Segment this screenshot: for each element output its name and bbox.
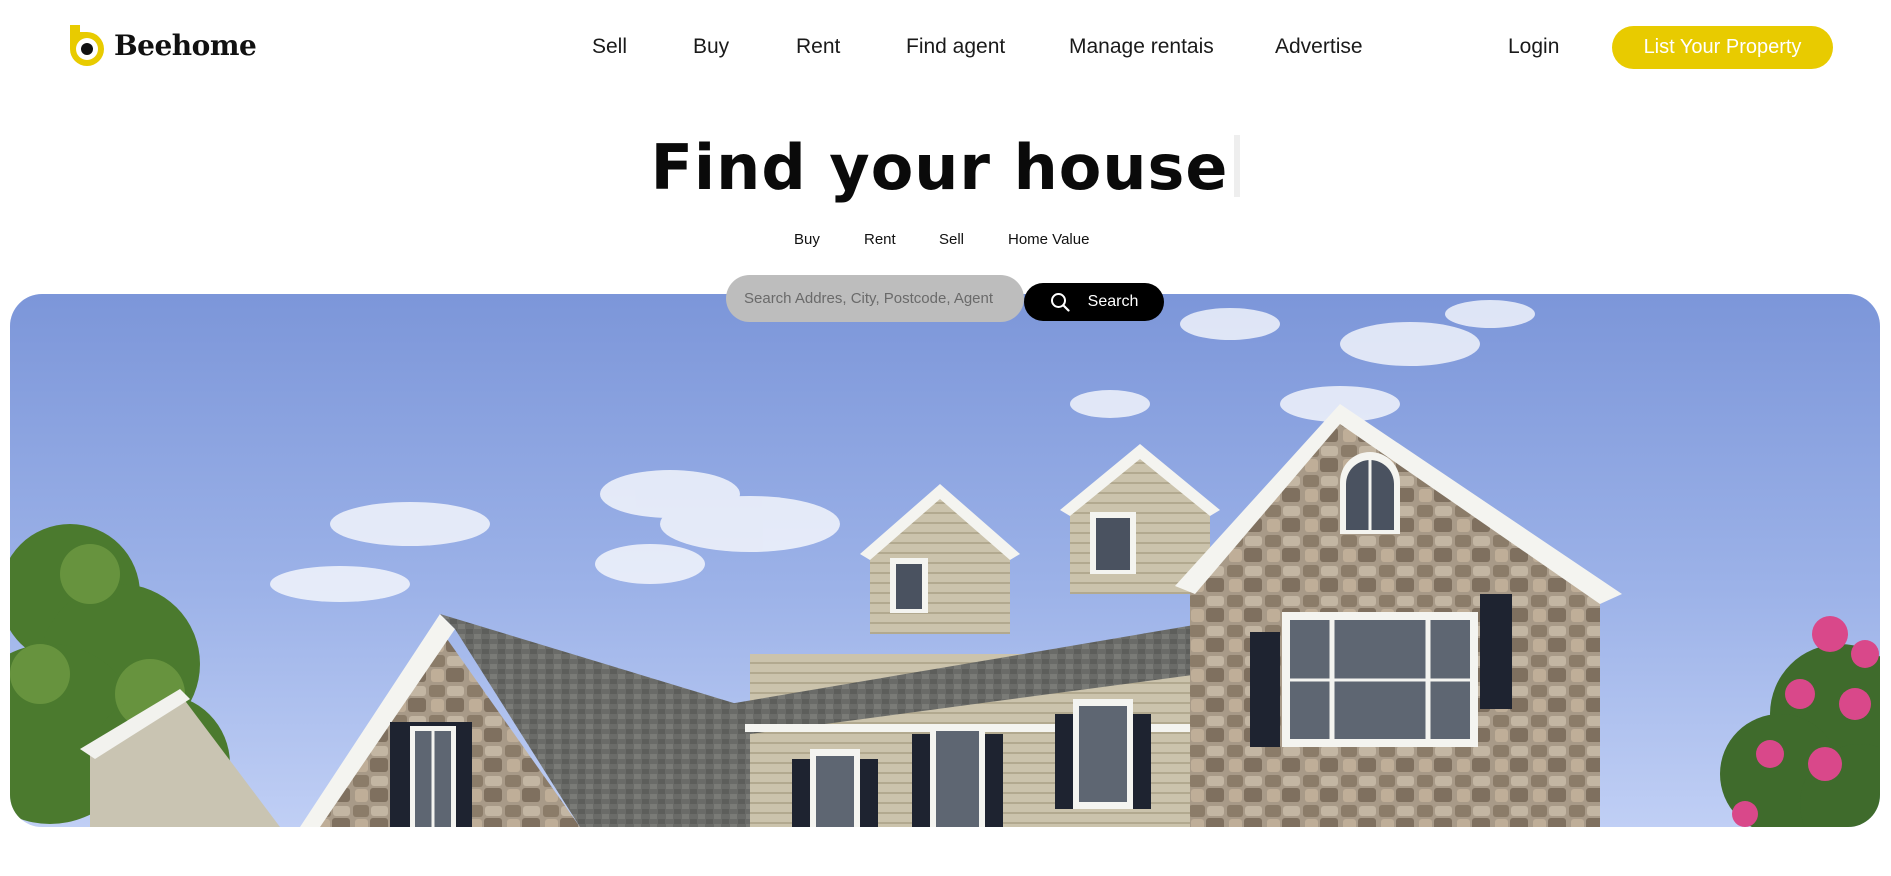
text-caret xyxy=(1234,135,1241,197)
tab-home-value[interactable]: Home Value xyxy=(1008,228,1089,252)
nav-item-advertise[interactable]: Advertise xyxy=(1275,30,1363,64)
logo[interactable]: Beehome xyxy=(66,23,257,67)
search-button-label: Search xyxy=(1087,293,1139,310)
logo-text: Beehome xyxy=(114,28,257,62)
tab-rent[interactable]: Rent xyxy=(864,228,896,252)
page-title: Find your house xyxy=(0,128,1891,208)
hero-house-image xyxy=(10,294,1880,827)
tab-sell[interactable]: Sell xyxy=(939,228,964,252)
site-header: Beehome Sell Buy Rent Find agent Manage … xyxy=(0,0,1891,94)
login-link[interactable]: Login xyxy=(1508,30,1559,64)
page-title-text: Find your house xyxy=(650,131,1229,204)
house-illustration xyxy=(10,294,1880,827)
search-icon xyxy=(1050,293,1070,312)
beehome-logo-icon xyxy=(70,25,104,66)
nav-item-sell[interactable]: Sell xyxy=(592,30,627,64)
nav-item-find-agent[interactable]: Find agent xyxy=(906,30,1005,64)
search-input[interactable] xyxy=(726,275,1024,322)
tab-buy[interactable]: Buy xyxy=(794,228,820,252)
list-property-button[interactable]: List Your Property xyxy=(1612,26,1833,69)
nav-item-buy[interactable]: Buy xyxy=(693,30,729,64)
nav-item-manage-rentals[interactable]: Manage rentais xyxy=(1069,30,1214,64)
nav-item-rent[interactable]: Rent xyxy=(796,30,840,64)
search-button[interactable]: Search xyxy=(1024,283,1164,321)
